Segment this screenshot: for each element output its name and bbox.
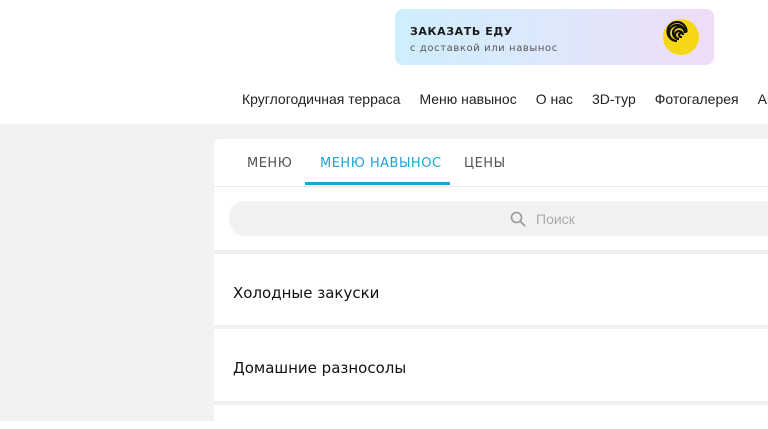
search-icon (510, 211, 526, 227)
divider (214, 325, 768, 329)
nav-item-about[interactable]: О нас (536, 91, 573, 107)
nav-item-promotions[interactable]: Ак (758, 91, 768, 107)
nav-item-3d-tour[interactable]: 3D-тур (592, 91, 636, 107)
menu-tabs: МЕНЮ МЕНЮ НАВЫНОС ЦЕНЫ (214, 139, 768, 186)
tab-takeaway-menu[interactable]: МЕНЮ НАВЫНОС (320, 156, 442, 171)
spiral-icon (663, 19, 699, 55)
category-cold-appetizers[interactable]: Холодные закуски (233, 284, 379, 302)
active-tab-indicator (305, 182, 450, 185)
category-homemade-pickles[interactable]: Домашние разносолы (233, 359, 406, 377)
nav-item-gallery[interactable]: Фотогалерея (655, 91, 739, 107)
search-placeholder: Поиск (536, 211, 575, 227)
nav-item-takeaway-menu[interactable]: Меню навынос (419, 91, 516, 107)
order-food-banner[interactable]: ЗАКАЗАТЬ ЕДУ с доставкой или навынос (395, 9, 714, 65)
menu-card: МЕНЮ МЕНЮ НАВЫНОС ЦЕНЫ Поиск Холодные за… (214, 139, 768, 429)
nav-item-terrace[interactable]: Круглогодичная терраса (242, 91, 400, 107)
tab-prices[interactable]: ЦЕНЫ (464, 156, 506, 171)
tab-menu[interactable]: МЕНЮ (247, 156, 292, 171)
search-input[interactable]: Поиск (229, 201, 768, 236)
top-navigation: Круглогодичная терраса Меню навынос О нас 3… (242, 91, 768, 111)
divider (214, 250, 768, 254)
order-food-title: ЗАКАЗАТЬ ЕДУ (410, 25, 513, 38)
divider (214, 401, 768, 405)
tabs-divider (214, 186, 768, 187)
order-food-subtitle: с доставкой или навынос (410, 43, 558, 54)
